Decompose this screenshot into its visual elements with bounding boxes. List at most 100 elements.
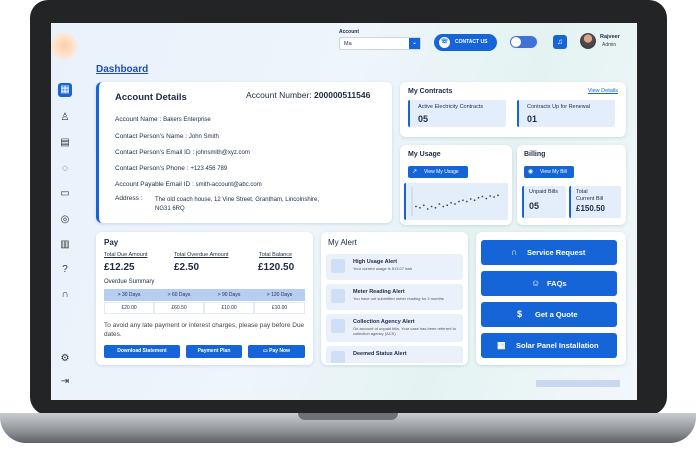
- faqs-button[interactable]: ☺ FAQs: [481, 271, 617, 296]
- due-label: Total Due Amount: [104, 252, 148, 258]
- help-icon[interactable]: ?: [58, 263, 72, 277]
- settings-icon[interactable]: ⚙: [58, 352, 72, 366]
- view-bill-button[interactable]: ◉ View My Bill: [524, 166, 574, 178]
- unpaid-bills-count: 05: [529, 201, 540, 211]
- account-label: Account: [339, 29, 359, 35]
- usage-point: [462, 199, 464, 202]
- view-details-link[interactable]: View Details: [588, 88, 618, 94]
- grid-icon[interactable]: ▦: [58, 83, 72, 97]
- chat-icon: ☺: [531, 278, 541, 288]
- alert-icon: [331, 351, 345, 363]
- contact-us-label: CONTACT US: [455, 39, 488, 45]
- unpaid-bills-label: Unpaid Bills: [529, 189, 559, 195]
- usage-point: [438, 203, 441, 205]
- logout-icon[interactable]: ⇥: [58, 375, 72, 389]
- usage-point: [493, 196, 495, 198]
- contact-us-button[interactable]: ☏ CONTACT US: [434, 34, 497, 51]
- active-contracts-box[interactable]: Active Electricity Contracts 05: [408, 100, 506, 127]
- usage-point: [473, 199, 476, 202]
- usage-point: [485, 197, 488, 200]
- usage-point: [446, 204, 449, 207]
- pay-now-label: Pay Now: [269, 348, 290, 354]
- chevron-down-icon[interactable]: ⌄: [409, 38, 420, 49]
- unpaid-bills-box[interactable]: Unpaid Bills 05: [522, 186, 566, 218]
- bell-icon[interactable]: ♫: [553, 35, 567, 49]
- document-icon[interactable]: ▥: [58, 238, 72, 252]
- account-name-row: Account Name : Bakers Enterprise: [115, 116, 211, 123]
- row-label: Account Name :: [115, 116, 162, 123]
- alert-list[interactable]: High Usage Alert Your current usage is 5…: [326, 254, 463, 363]
- row-label: Contact Person's Email ID :: [115, 149, 195, 156]
- list-item[interactable]: Deemed Status Alert: [326, 346, 463, 363]
- usage-point: [477, 196, 480, 199]
- billing-title: Billing: [524, 151, 546, 158]
- list-item[interactable]: High Usage Alert Your current usage is 5…: [326, 254, 463, 280]
- current-bill-box[interactable]: Total Current Bill £150.50: [569, 186, 621, 218]
- clipboard-icon[interactable]: ▤: [58, 136, 72, 150]
- quick-actions-card: ∩ Service Request ☺ FAQs $ Get a Quote ▦…: [476, 232, 626, 365]
- view-bill-label: View My Bill: [540, 169, 567, 175]
- balance-label: Total Balance: [259, 252, 293, 258]
- download-statement-button[interactable]: Download Statement: [104, 345, 180, 358]
- get-quote-button[interactable]: $ Get a Quote: [481, 302, 617, 327]
- row-value: johnsmith@xyz.com: [196, 150, 250, 156]
- service-request-button[interactable]: ∩ Service Request: [481, 240, 617, 265]
- row-value: Bakers Enterprise: [163, 117, 211, 123]
- usage-chart: [404, 183, 508, 220]
- current-bill-label: Total Current Bill: [576, 189, 603, 202]
- user-icon[interactable]: ♙: [58, 111, 72, 125]
- table-cell: £10.00: [204, 302, 254, 314]
- payable-email-row: Account Payable Email ID : smith-account…: [115, 181, 262, 188]
- list-item[interactable]: Meter Reading Alert You have not submitt…: [326, 284, 463, 310]
- account-number-label: Account Number:: [246, 90, 312, 100]
- theme-toggle[interactable]: [510, 36, 537, 48]
- usage-point: [426, 208, 429, 210]
- billing-card: Billing ◉ View My Bill Unpaid Bills 05 T…: [517, 145, 626, 225]
- alert-item-desc: You have not submitted meter reading for…: [353, 296, 444, 301]
- phone-icon: ☏: [439, 37, 450, 48]
- meter-icon[interactable]: ◎: [58, 213, 72, 227]
- usage-point: [442, 205, 445, 208]
- overdue-summary-table: > 30 Days > 60 Days > 90 Days > 120 Days…: [104, 289, 305, 315]
- headset-icon[interactable]: ∩: [58, 288, 72, 302]
- usage-point: [434, 206, 437, 209]
- account-number-value: 200000511546: [314, 90, 371, 100]
- usage-point: [481, 195, 484, 198]
- row-label: Account Payable Email ID :: [115, 181, 194, 188]
- solar-panel-label: Solar Panel Installation: [516, 341, 599, 350]
- row-value: +123 456 789: [190, 166, 228, 172]
- alert-title: My Alert: [328, 238, 357, 247]
- view-usage-button[interactable]: ↗ View My Usage: [408, 166, 468, 178]
- alert-item-title: Collection Agency Alert: [353, 319, 415, 325]
- overdue-summary-label: Overdue Summary: [104, 279, 155, 285]
- table-header: > 120 Days: [254, 289, 305, 301]
- current-bill-value: £150.50: [576, 204, 605, 213]
- table-cell: £20.00: [104, 302, 154, 314]
- current-bill-label-line2: Current Bill: [576, 195, 604, 202]
- usage-point: [430, 205, 433, 208]
- bulb-icon[interactable]: ◌: [58, 162, 72, 176]
- app-screen: ▦ ♙ ▤ ◌ ▭ ◎ ▥ ? ∩ ⚙ ⇥ Account Ma ⌄ ☏ CON…: [51, 23, 637, 400]
- chart-icon: ↗: [412, 169, 418, 175]
- contracts-title: My Contracts: [408, 88, 453, 95]
- table-header: > 30 Days: [104, 289, 154, 301]
- pay-now-button[interactable]: ▭ Pay Now: [248, 345, 305, 358]
- account-number: Account Number: 200000511546: [246, 90, 370, 100]
- card-icon[interactable]: ▭: [58, 187, 72, 201]
- list-item[interactable]: Collection Agency Alert On account of un…: [326, 314, 463, 342]
- payment-plan-button[interactable]: Payment Plan: [186, 345, 242, 358]
- renewal-contracts-box[interactable]: Contracts Up for Renewal 01: [517, 100, 615, 127]
- page-title[interactable]: Dashboard: [96, 64, 148, 75]
- usage-point: [415, 205, 417, 208]
- balance-value: £120.50: [258, 262, 295, 273]
- footer-bar: [536, 380, 620, 387]
- avatar[interactable]: [580, 33, 596, 49]
- row-value: John Smith: [188, 134, 219, 140]
- table-header: > 90 Days: [204, 289, 254, 301]
- alert-item-title: High Usage Alert: [353, 259, 398, 265]
- view-usage-label: View My Usage: [424, 169, 459, 175]
- account-select[interactable]: Ma ⌄: [339, 37, 421, 50]
- solar-panel-button[interactable]: ▦ Solar Panel Installation: [481, 333, 617, 358]
- row-label: Contact Person's Phone :: [115, 165, 189, 172]
- faqs-label: FAQs: [547, 279, 567, 288]
